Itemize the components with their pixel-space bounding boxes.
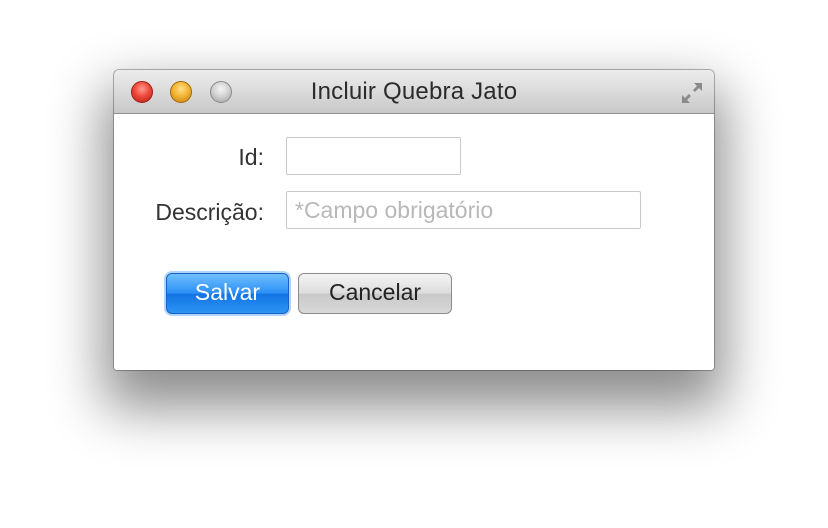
window-title: Incluir Quebra Jato xyxy=(310,78,518,105)
dialog-window: Incluir Quebra Jato Id: Descrição: Salva… xyxy=(114,70,714,370)
fullscreen-icon[interactable] xyxy=(678,79,706,107)
title-bar[interactable]: Incluir Quebra Jato xyxy=(114,70,714,114)
cancel-button[interactable]: Cancelar xyxy=(298,273,452,314)
id-field[interactable] xyxy=(286,137,461,175)
id-label: Id: xyxy=(238,144,264,170)
description-field[interactable] xyxy=(286,191,641,229)
description-label: Descrição: xyxy=(155,199,264,225)
form-content: Id: Descrição: Salvar Cancelar xyxy=(114,114,714,370)
save-button[interactable]: Salvar xyxy=(166,273,289,314)
desktop-background: Incluir Quebra Jato Id: Descrição: Salva… xyxy=(0,0,828,528)
